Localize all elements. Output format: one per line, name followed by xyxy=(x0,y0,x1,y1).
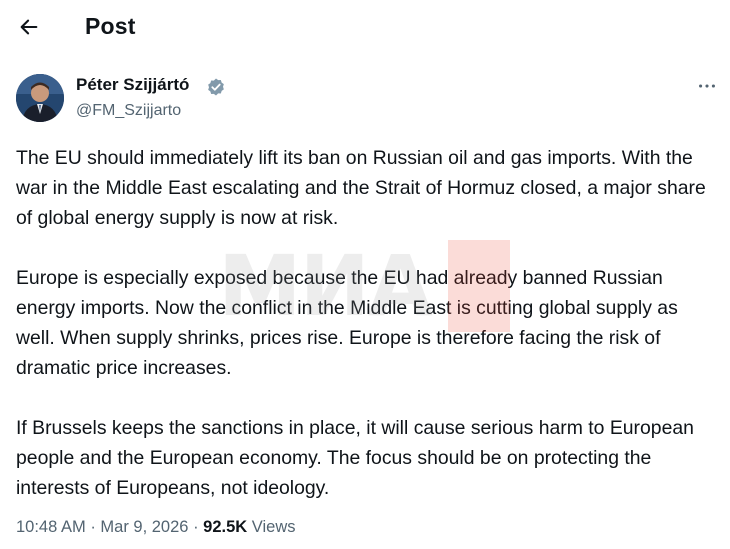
author-handle[interactable]: @FM_Szijjarto xyxy=(76,102,181,120)
avatar[interactable] xyxy=(16,74,64,122)
page-title: Post xyxy=(85,13,136,39)
more-options-button[interactable] xyxy=(693,72,721,100)
meta-separator: · xyxy=(90,518,96,536)
back-button[interactable] xyxy=(12,10,46,44)
top-bar: Post xyxy=(0,0,730,56)
tweet-date[interactable]: Mar 9, 2026 xyxy=(100,518,188,536)
tweet-paragraph: If Brussels keeps the sanctions in place… xyxy=(16,417,694,499)
more-horizontal-icon xyxy=(699,84,715,88)
verified-badge-icon xyxy=(208,78,224,96)
author-name[interactable]: Péter Szijjártó xyxy=(76,75,189,95)
tweet-text: The EU should immediately lift its ban o… xyxy=(16,143,716,533)
tweet-paragraph: The EU should immediately lift its ban o… xyxy=(16,147,706,229)
tweet-time[interactable]: 10:48 AM xyxy=(16,518,86,536)
views-label: Views xyxy=(251,518,296,536)
tweet-paragraph: Europe is especially exposed because the… xyxy=(16,267,678,379)
tweet-meta: 10:48 AM · Mar 9, 2026 · 92.5K Views xyxy=(16,518,296,537)
arrow-left-icon xyxy=(20,19,38,35)
views-count[interactable]: 92.5K xyxy=(203,518,247,536)
avatar-image xyxy=(16,74,64,122)
meta-separator: · xyxy=(193,518,199,536)
